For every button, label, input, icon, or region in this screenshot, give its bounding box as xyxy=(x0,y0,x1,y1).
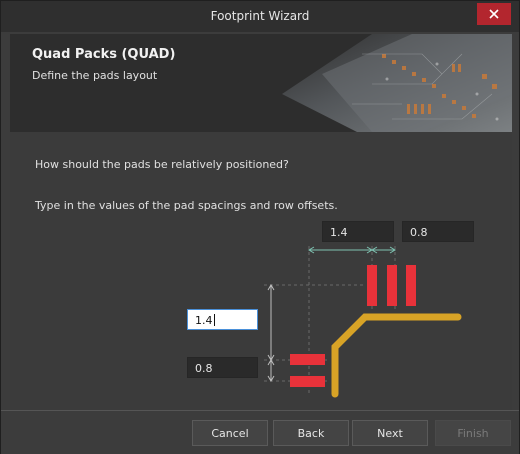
pad-left-1 xyxy=(290,354,325,365)
cancel-button[interactable]: Cancel xyxy=(192,420,268,446)
pad-layout-diagram xyxy=(264,246,462,398)
row-offset-vertical-field[interactable]: 0.8 xyxy=(187,357,258,378)
pad-spacing-vertical-field[interactable]: 1.4 xyxy=(187,309,258,330)
text-caret xyxy=(213,314,215,326)
wizard-header: Quad Packs (QUAD) Define the pads layout xyxy=(10,34,512,132)
horizontal-dimension xyxy=(308,246,396,254)
close-icon xyxy=(489,9,499,19)
back-button[interactable]: Back xyxy=(273,420,349,446)
title-bar: Footprint Wizard xyxy=(1,1,519,32)
pad-top-2 xyxy=(387,265,397,306)
window-title: Footprint Wizard xyxy=(210,9,310,23)
pad-spacing-horizontal-field[interactable]: 1.4 xyxy=(322,221,394,242)
page-title: Quad Packs (QUAD) xyxy=(32,47,176,62)
finish-button[interactable]: Finish xyxy=(435,420,511,446)
wizard-content: How should the pads be relatively positi… xyxy=(10,132,512,410)
pad-top-1 xyxy=(367,265,377,306)
vertical-dimension xyxy=(267,284,275,382)
trace-line xyxy=(331,313,462,398)
close-button[interactable] xyxy=(477,3,511,25)
pad-spacing-vertical-value: 1.4 xyxy=(195,314,213,327)
wizard-footer: Cancel Back Next Finish xyxy=(1,410,519,454)
row-offset-horizontal-field[interactable]: 0.8 xyxy=(402,221,474,242)
page-subtitle: Define the pads layout xyxy=(32,69,158,82)
pad-left-2 xyxy=(290,376,325,387)
footprint-wizard-window: Footprint Wizard Quad Packs (QUAD) Defin… xyxy=(0,0,520,454)
next-button[interactable]: Next xyxy=(352,420,428,446)
pad-top-3 xyxy=(406,265,416,306)
pcb-banner-image xyxy=(282,34,512,132)
